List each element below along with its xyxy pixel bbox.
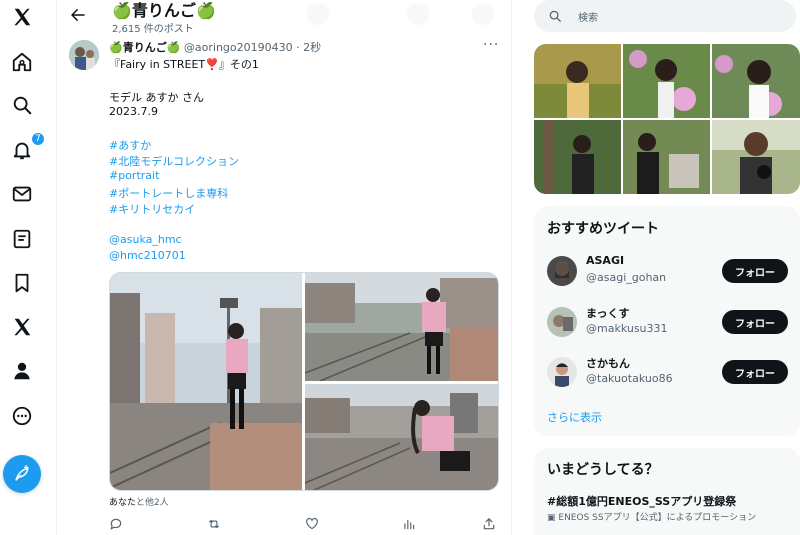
user-handle: @makkusu331 [586, 322, 668, 335]
hashtag-link[interactable]: #キリトリセカイ [109, 201, 195, 217]
tweet-media-grid [109, 272, 499, 491]
search-icon [549, 10, 561, 22]
photo-looking-back[interactable] [304, 384, 499, 491]
liker-you: あなた [109, 498, 137, 508]
bookmark-icon[interactable] [11, 272, 33, 294]
recommended-user[interactable]: まっくす @makkusu331 フォロー [547, 305, 788, 341]
recommended-user[interactable]: ASAGI @asagi_gohan フォロー [547, 254, 788, 290]
tweet-title: 『Fairy in STREET❣️』その1 [109, 58, 259, 71]
feather-compose-icon [15, 465, 29, 481]
promoted-icon: ▣ [547, 513, 556, 523]
user-name: さかもん [586, 357, 630, 370]
repost-icon[interactable] [207, 516, 221, 530]
user-avatar[interactable] [547, 256, 577, 286]
hashtag-link[interactable]: #あすか [109, 137, 151, 153]
promotion-label: ▣ ENEOS SSアプリ【公式】によるプロモーション [547, 510, 756, 523]
recommended-user[interactable]: さかもん @takuotakuo86 フォロー [547, 355, 788, 391]
liker-others: と他2人 [136, 498, 169, 508]
search-input[interactable]: 検索 [534, 0, 796, 32]
explore-search-icon[interactable] [11, 94, 33, 116]
profile-person-icon[interactable] [11, 360, 33, 382]
hashtag-link[interactable]: #portrait [109, 169, 159, 182]
liked-by-text[interactable]: あなたと他2人 [109, 495, 169, 508]
hashtag-link[interactable]: #ポートレートしま専科 [109, 185, 228, 201]
notification-count-badge: 7 [31, 132, 45, 146]
follow-button[interactable]: フォロー [722, 310, 788, 334]
green-apple-emoji: 🍏 [195, 1, 216, 20]
more-options-button[interactable]: ··· [483, 37, 499, 53]
media-thumbnail[interactable] [712, 44, 800, 118]
recommended-title: おすすめツイート [547, 221, 659, 237]
notifications-bell-icon[interactable]: 7 [11, 132, 45, 161]
promotion-text: ENEOS SSアプリ【公式】によるプロモーション [558, 513, 757, 523]
left-navigation: 7 [0, 0, 45, 535]
show-more-link[interactable]: さらに表示 [547, 409, 602, 425]
right-sidebar: 検索 おすすめツイート ASAGI @asagi_gohan フォロー まっくす… [522, 0, 800, 535]
back-arrow-icon[interactable] [69, 6, 87, 24]
header-faded-icon [407, 3, 429, 25]
reply-icon[interactable] [109, 516, 123, 530]
author-handle-and-time: @aoringo20190430 · 2秒 [183, 41, 322, 54]
post-count: 2,615 件のポスト [112, 24, 194, 35]
trend-hashtag[interactable]: #総額1億円ENEOS_SSアプリ登録祭 [547, 493, 736, 509]
media-thumbnail[interactable] [623, 44, 710, 118]
green-apple-emoji: 🍏 [109, 41, 123, 54]
follow-button[interactable]: フォロー [722, 360, 788, 384]
whats-happening-panel: いまどうしてる？ #総額1億円ENEOS_SSアプリ登録祭 ▣ ENEOS SS… [534, 448, 800, 535]
header-faded-icon [472, 3, 494, 25]
tweet-line: 2023.7.9 [109, 105, 158, 118]
user-handle: @takuotakuo86 [586, 372, 673, 385]
user-avatar[interactable] [547, 357, 577, 387]
home-icon[interactable] [11, 51, 33, 73]
user-handle: @asagi_gohan [586, 271, 667, 284]
hashtag-link[interactable]: #北陸モデルコレクション [109, 153, 239, 169]
media-thumbnail[interactable] [534, 120, 621, 194]
green-apple-emoji: 🍏 [166, 41, 181, 54]
media-thumbnail[interactable] [712, 120, 800, 194]
page-title: 🍏青りんご🍏 [112, 0, 216, 21]
tweet-line: モデル あすか さん [109, 91, 204, 104]
x-logo-icon[interactable] [11, 6, 33, 28]
green-apple-emoji: 🍏 [112, 1, 132, 20]
share-icon[interactable] [482, 516, 496, 530]
author-display-name: 青りんご [122, 41, 167, 54]
photo-street-full-body[interactable] [110, 273, 302, 491]
search-placeholder: 検索 [578, 13, 598, 24]
follow-button[interactable]: フォロー [722, 259, 788, 283]
author-avatar[interactable] [69, 40, 99, 70]
more-circle-icon[interactable] [11, 405, 33, 427]
x-premium-icon[interactable] [11, 316, 33, 338]
compose-post-button[interactable] [3, 455, 41, 493]
lists-icon[interactable] [11, 228, 33, 250]
user-name: ASAGI [586, 254, 625, 267]
main-timeline-column: 🍏青りんご🍏 2,615 件のポスト 🍏青りんご🍏 @aoringo201904… [56, 0, 512, 535]
messages-envelope-icon[interactable] [11, 183, 33, 205]
mention-link[interactable]: @asuka_hmc [109, 233, 182, 246]
like-heart-icon[interactable] [305, 516, 319, 530]
user-name: まっくす [586, 307, 630, 320]
photo-tram-station[interactable] [304, 273, 499, 382]
media-thumbnail[interactable] [534, 44, 621, 118]
media-thumbnail[interactable] [623, 120, 710, 194]
header-name: 青りんご [131, 1, 196, 20]
views-analytics-icon[interactable] [402, 516, 416, 530]
header-faded-icon [307, 3, 329, 25]
mention-link[interactable]: @hmc210701 [109, 249, 186, 262]
tweet-author[interactable]: 🍏青りんご🍏 @aoringo20190430 · 2秒 [109, 39, 321, 55]
profile-media-grid [534, 44, 800, 194]
trends-title: いまどうしてる？ [547, 462, 659, 478]
recommended-tweets-panel: おすすめツイート ASAGI @asagi_gohan フォロー まっくす @m… [534, 206, 800, 436]
user-avatar[interactable] [547, 307, 577, 337]
